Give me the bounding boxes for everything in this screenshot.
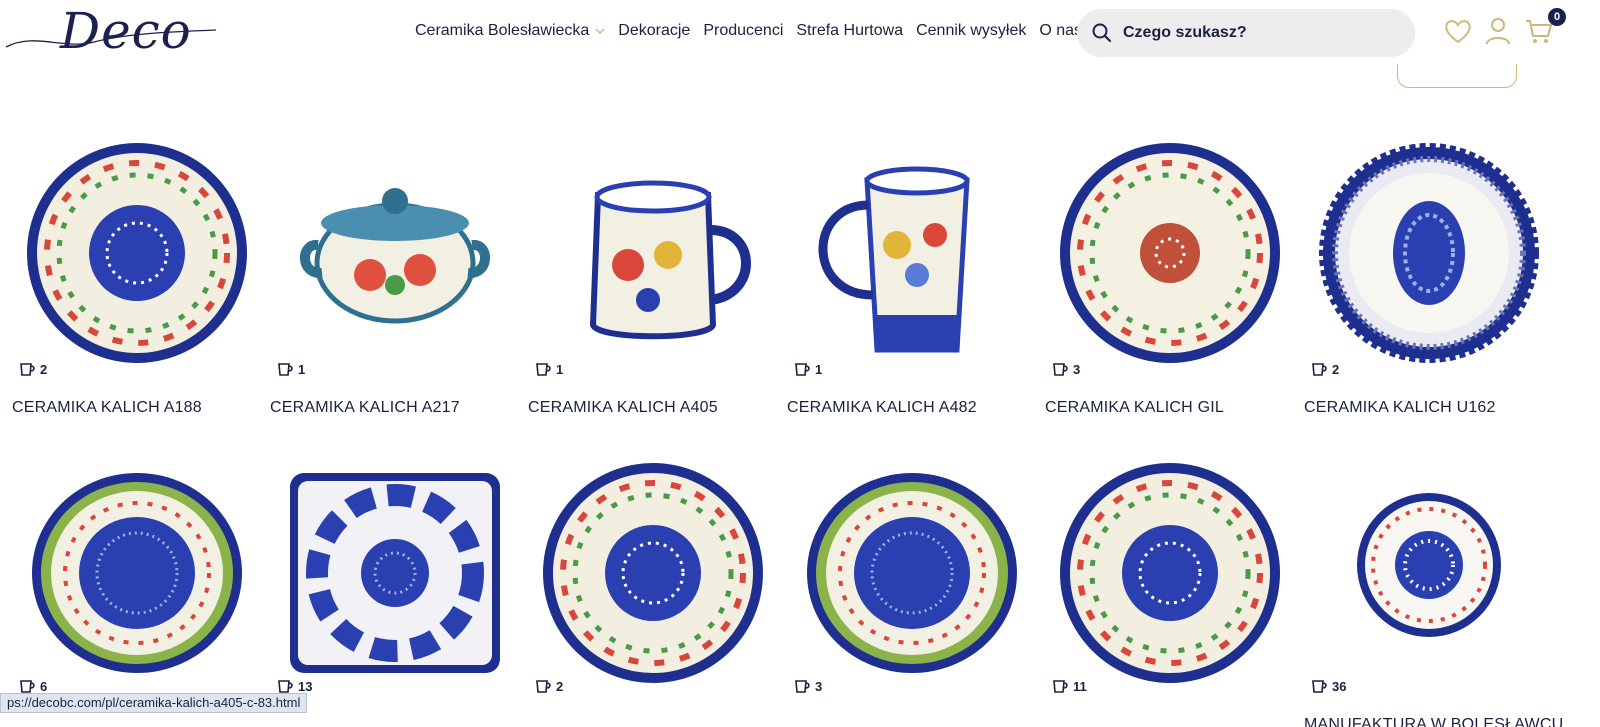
product-count-value: 13 [298,679,313,694]
product-card[interactable]: 6 [12,455,262,727]
nav-item-producenci[interactable]: Producenci [703,22,783,40]
product-count-value: 6 [40,679,48,694]
cup-icon [278,362,293,376]
nav-item-label: Ceramika Bolesławiecka [415,22,590,39]
chevron-down-icon [595,28,605,35]
cup-icon [20,362,35,376]
nav-item-o-nas[interactable]: O nas [1039,22,1082,40]
product-image[interactable] [1304,135,1554,365]
cup-icon [20,679,35,693]
product-name[interactable]: CERAMIKA KALICH A405 [528,399,718,417]
product-card[interactable]: 2 CERAMIKA KALICH A188 [12,135,262,423]
heart-icon[interactable] [1443,16,1473,46]
cup-icon [278,679,293,693]
cup-icon [795,679,810,693]
product-image[interactable] [528,455,778,685]
product-count-value: 3 [1073,362,1081,377]
product-count-value: 2 [556,679,564,694]
nav-item-ceramika[interactable]: Ceramika Bolesławiecka [415,22,605,40]
product-count: 3 [795,679,822,694]
cup-icon [536,362,551,376]
logo-text: Deco [60,2,192,60]
product-count-value: 3 [815,679,823,694]
cart-count-badge: 0 [1548,8,1566,26]
product-count: 13 [278,679,312,694]
product-image[interactable] [528,135,778,365]
product-image[interactable] [787,135,1037,365]
cup-icon [1053,362,1068,376]
product-count: 1 [278,362,305,377]
search-bar [1077,9,1415,57]
product-count-value: 1 [815,362,823,377]
nav-item-strefa-hurtowa[interactable]: Strefa Hurtowa [796,22,903,40]
product-count: 2 [20,362,47,377]
product-card[interactable]: 11 [1045,455,1295,727]
product-card[interactable]: 36 MANUFAKTURA W BOLESŁAWCU [1304,455,1563,727]
product-card[interactable]: 2 CERAMIKA KALICH U162 [1304,135,1554,423]
product-count-value: 1 [556,362,564,377]
product-count: 36 [1312,679,1346,694]
cup-icon [1312,362,1327,376]
search-icon[interactable] [1091,22,1113,44]
product-image[interactable] [12,455,262,685]
product-count: 11 [1053,679,1087,694]
product-name[interactable]: CERAMIKA KALICH A482 [787,399,977,417]
product-count-value: 11 [1073,679,1087,694]
product-image[interactable] [787,455,1037,685]
product-name[interactable]: CERAMIKA KALICH GIL [1045,399,1224,417]
product-card[interactable]: 1 CERAMIKA KALICH A405 [528,135,778,423]
product-image[interactable] [270,135,520,365]
logo[interactable]: Deco [4,2,218,62]
product-image[interactable] [1304,455,1554,685]
product-count: 6 [20,679,47,694]
product-image[interactable] [1045,455,1295,685]
site-header: Deco Ceramika Bolesławiecka Dekoracje Pr… [0,0,1600,68]
product-card[interactable]: 2 [528,455,778,727]
product-count: 3 [1053,362,1080,377]
product-image[interactable] [12,135,262,365]
nav-item-dekoracje[interactable]: Dekoracje [618,22,690,40]
product-count: 1 [795,362,822,377]
product-count-value: 36 [1332,679,1347,694]
product-name[interactable]: CERAMIKA KALICH A217 [270,399,460,417]
product-name[interactable]: MANUFAKTURA W BOLESŁAWCU [1304,716,1563,727]
product-count-value: 1 [298,362,306,377]
product-count: 1 [536,362,563,377]
cup-icon [536,679,551,693]
product-image[interactable] [1045,135,1295,365]
product-image[interactable] [270,455,520,685]
product-card[interactable]: 13 [270,455,520,727]
sort-button-edge[interactable] [1397,64,1517,88]
product-name[interactable]: CERAMIKA KALICH U162 [1304,399,1496,417]
cup-icon [1053,679,1068,693]
product-card[interactable]: 1 CERAMIKA KALICH A482 [787,135,1037,423]
product-card[interactable]: 3 [787,455,1037,727]
product-count-value: 2 [40,362,48,377]
main-nav: Ceramika Bolesławiecka Dekoracje Produce… [415,22,1095,40]
user-icon[interactable] [1483,16,1513,46]
product-count: 2 [536,679,563,694]
product-card[interactable]: 1 CERAMIKA KALICH A217 [270,135,520,423]
nav-item-cennik-wysylek[interactable]: Cennik wysyłek [916,22,1026,40]
search-input[interactable] [1123,19,1393,47]
status-bar-url: ps://decobc.com/pl/ceramika-kalich-a405-… [0,693,308,713]
cup-icon [795,362,810,376]
product-count-value: 2 [1332,362,1340,377]
product-name[interactable]: CERAMIKA KALICH A188 [12,399,202,417]
product-count: 2 [1312,362,1339,377]
product-card[interactable]: 3 CERAMIKA KALICH GIL [1045,135,1295,423]
cup-icon [1312,679,1327,693]
